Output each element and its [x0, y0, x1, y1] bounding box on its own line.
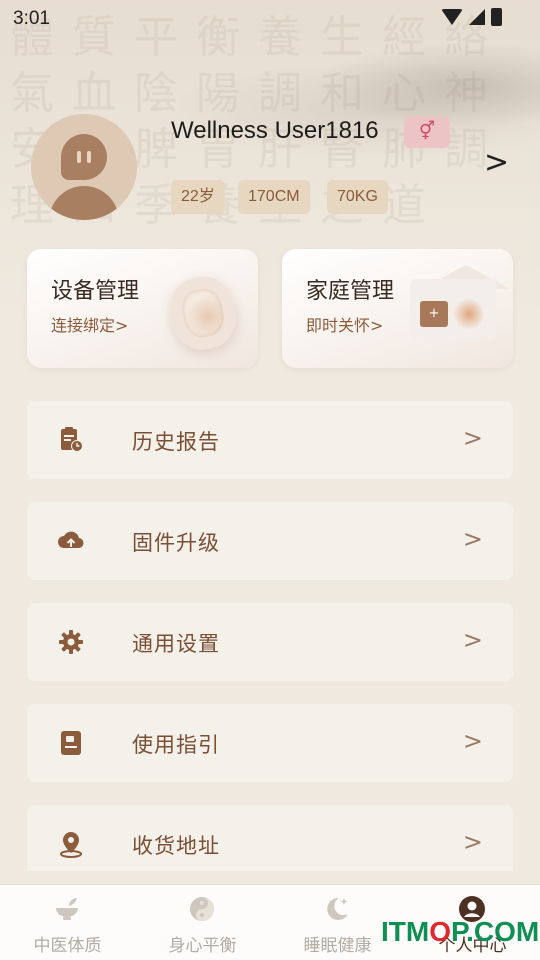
avatar-head	[61, 134, 107, 180]
gender-badge: ⚥	[404, 116, 450, 148]
device-management-card[interactable]: 设备管理 连接绑定>	[27, 249, 258, 368]
history-report-icon	[61, 427, 83, 452]
nav-label: 中医体质	[33, 936, 102, 956]
nav-label: 身心平衡	[168, 936, 237, 956]
moon-star-icon	[327, 897, 348, 920]
family-management-title: 家庭管理	[306, 279, 395, 304]
menu-label: 收货地址	[132, 834, 220, 858]
menu-item-general-settings[interactable]: 通用设置 >	[27, 603, 513, 681]
avatar-eye-right	[87, 151, 91, 163]
chevron-right-icon: >	[462, 828, 483, 856]
wifi-icon	[441, 9, 463, 25]
device-management-subtitle: 连接绑定>	[51, 316, 129, 335]
menu-label: 通用设置	[132, 632, 220, 656]
location-pin-icon	[60, 832, 82, 858]
chevron-right-icon: >	[462, 424, 483, 452]
nav-tab-tcm-constitution[interactable]: 中医体质	[0, 885, 135, 960]
signal-icon	[469, 9, 485, 25]
menu-label: 历史报告	[132, 430, 220, 454]
family-management-card[interactable]: 家庭管理 即时关怀> +	[282, 249, 513, 368]
watermark-text-c: P.COM	[451, 916, 540, 947]
chevron-right-icon: >	[462, 727, 483, 755]
username: Wellness User1816	[171, 117, 379, 144]
watermark-text-a: ITM	[381, 916, 430, 947]
nav-tab-mind-body-balance[interactable]: 身心平衡	[135, 885, 270, 960]
status-bar: 3:01	[0, 0, 540, 38]
yin-yang-icon	[190, 897, 214, 921]
avatar-eye-left	[77, 151, 81, 163]
age-tag: 22岁	[171, 180, 225, 214]
weight-tag: 70KG	[327, 180, 388, 214]
menu-item-user-guide[interactable]: 使用指引 >	[27, 704, 513, 782]
smart-ring-icon	[164, 271, 242, 355]
battery-icon	[491, 8, 502, 26]
height-tag: 170CM	[238, 180, 310, 214]
device-management-title: 设备管理	[51, 279, 140, 304]
menu-item-firmware-upgrade[interactable]: 固件升级 >	[27, 502, 513, 580]
chevron-right-icon: >	[462, 626, 483, 654]
gear-icon	[59, 630, 83, 654]
family-avatar-blur	[454, 299, 484, 329]
menu-label: 使用指引	[132, 733, 220, 757]
avatar[interactable]	[31, 114, 137, 220]
profile-chevron-right-icon[interactable]: >	[484, 148, 509, 178]
watermark-text-b: O	[429, 916, 451, 947]
family-box-icon: +	[420, 301, 448, 327]
status-time: 3:01	[13, 8, 50, 29]
family-management-subtitle: 即时关怀>	[306, 316, 384, 335]
menu-item-history-report[interactable]: 历史报告 >	[27, 401, 513, 479]
menu-label: 固件升级	[132, 531, 220, 555]
cloud-upload-icon	[58, 531, 84, 549]
guide-book-icon	[61, 731, 81, 755]
avatar-body	[49, 186, 119, 220]
watermark-logo: ITMOP.COM	[381, 916, 539, 948]
chevron-right-icon: >	[462, 525, 483, 553]
bowl-icon	[56, 898, 78, 920]
menu-item-shipping-address[interactable]: 收货地址 >	[27, 805, 513, 871]
